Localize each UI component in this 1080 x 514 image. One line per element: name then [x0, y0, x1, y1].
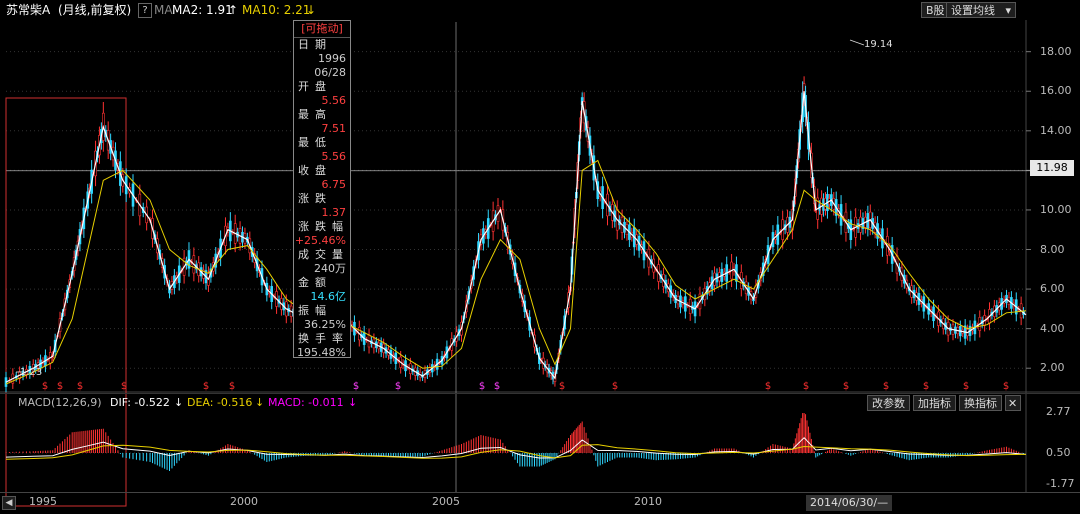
event-marker-icon: $: [77, 381, 83, 392]
time-axis: ◀ 1995 2000 2005 2010 2014/06/30/—: [0, 492, 1080, 514]
popup-key: 收盘: [298, 164, 332, 177]
event-marker-icon: $: [479, 381, 485, 392]
event-marker-icon: $: [494, 381, 500, 392]
popup-rows: 日期 1996 06/28 开盘 5.56 最高 7.51 最低 5.56 收盘 6.75 涨跌 1.3…: [294, 38, 350, 360]
popup-value: +25.46%: [294, 234, 346, 247]
change-params-button[interactable]: 改参数: [867, 395, 910, 411]
popup-key: 日期: [298, 38, 332, 51]
popup-key: 振幅: [298, 304, 332, 317]
high-price-label: 19.14: [864, 39, 893, 50]
add-indicator-button[interactable]: 加指标: [913, 395, 956, 411]
switch-indicator-button[interactable]: 换指标: [959, 395, 1002, 411]
macd-title[interactable]: MACD(12,26,9): [18, 394, 102, 412]
popup-key: 最高: [298, 108, 332, 121]
cursor-date-label: 2014/06/30/—: [806, 495, 893, 511]
price-tick-label: 16.00: [1040, 84, 1072, 98]
event-marker-icon: $: [923, 381, 929, 392]
event-marker-icon: $: [765, 381, 771, 392]
macd-axis-mid: 0.50: [1046, 446, 1071, 459]
popup-value: 5.56: [321, 150, 347, 163]
popup-value: 14.6亿: [310, 290, 347, 303]
dea-arrow: ↓: [255, 396, 265, 409]
close-series-line: [5, 91, 1027, 383]
macd-header: MACD(12,26,9) DIF: -0.522 ↓ DEA: -0.516 …: [0, 393, 1080, 412]
popup-key: 换手率: [298, 332, 349, 345]
dea-value: DEA: -0.516: [187, 396, 253, 409]
event-marker-icon: $: [963, 381, 969, 392]
popup-key: 最低: [298, 136, 332, 149]
event-marker-icon: $: [229, 381, 235, 392]
popup-value: 1.37: [321, 206, 347, 219]
popup-key: 成交量: [298, 248, 349, 261]
event-marker-icon: $: [843, 381, 849, 392]
event-marker-icon: $: [57, 381, 63, 392]
price-tick-label: 10.00: [1040, 202, 1072, 216]
popup-value: 06/28: [314, 66, 346, 79]
price-tick-label: 8.00: [1040, 242, 1065, 256]
macd-axis-bottom: -1.77: [1046, 477, 1075, 490]
macd-arrow: ↓: [348, 396, 358, 409]
macd-value: MACD: -0.011: [268, 396, 344, 409]
event-marker-icon: $: [395, 381, 401, 392]
event-marker-icon: $: [353, 381, 359, 392]
event-marker-icon: $: [203, 381, 209, 392]
event-marker-icon: $: [42, 381, 48, 392]
popup-key: 涨跌幅: [298, 220, 349, 233]
popup-value: 1996: [318, 52, 346, 65]
time-label-2005: 2005: [432, 495, 460, 508]
macd-axis-top: 2.77: [1046, 405, 1071, 418]
popup-key: 开盘: [298, 80, 332, 93]
popup-value: 195.48%: [297, 346, 346, 359]
event-marker-icon: $: [883, 381, 889, 392]
price-tick-label: 18.00: [1040, 44, 1072, 58]
popup-drag-title[interactable]: [可拖动]: [294, 21, 350, 38]
event-marker-icon: $: [612, 381, 618, 392]
popup-key: 金额: [298, 276, 332, 289]
event-marker-icon: $: [1003, 381, 1009, 392]
event-marker-icon: $: [803, 381, 809, 392]
popup-value: 36.25%: [304, 318, 346, 331]
scroll-left-button[interactable]: ◀: [2, 496, 16, 510]
popup-value: 240万: [314, 262, 346, 275]
time-label-2010: 2010: [634, 495, 662, 508]
popup-value: 7.51: [321, 122, 347, 135]
price-tick-label: 6.00: [1040, 282, 1065, 296]
event-marker-icon: $: [559, 381, 565, 392]
popup-value: 5.56: [321, 94, 347, 107]
data-popup[interactable]: [可拖动] 日期 1996 06/28 开盘 5.56 最高 7.51 最低 5.56 收盘 6.7…: [293, 20, 351, 360]
current-price-tag: 11.98: [1030, 160, 1074, 176]
popup-key: 涨跌: [298, 192, 332, 205]
low-price-label: 1.23: [20, 367, 43, 378]
close-icon[interactable]: ✕: [1005, 395, 1021, 411]
dif-line: [5, 436, 1027, 459]
price-chart[interactable]: $ $ $ $ $ $ $ $ $ $ $ $ $ $ $ $ $ $ $: [0, 0, 1080, 513]
time-label-1995: 1995: [29, 495, 57, 508]
event-marker-icon: $: [121, 381, 127, 392]
price-tick-label: 4.00: [1040, 321, 1065, 335]
high-marker-line: [849, 39, 865, 46]
dif-value: DIF: -0.522: [110, 396, 170, 409]
price-tick-label: 2.00: [1040, 361, 1065, 375]
time-label-2000: 2000: [230, 495, 258, 508]
price-tick-label: 14.00: [1040, 123, 1072, 137]
popup-value: 6.75: [321, 178, 347, 191]
dif-arrow: ↓: [174, 396, 184, 409]
